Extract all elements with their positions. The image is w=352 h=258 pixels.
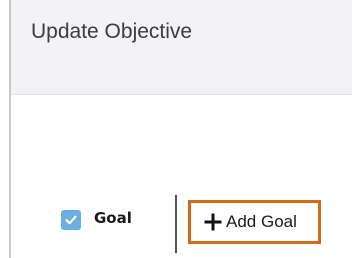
- add-goal-label: Add Goal: [226, 212, 297, 231]
- update-objective-panel: Update Objective Goal Add Goal: [0, 0, 352, 258]
- panel-header: Update Objective: [11, 0, 352, 95]
- page-title: Update Objective: [31, 20, 193, 43]
- plus-icon: [203, 212, 223, 232]
- toolbar-divider: [175, 195, 177, 253]
- add-goal-button[interactable]: Add Goal: [188, 200, 321, 244]
- checkmark-icon: [65, 215, 77, 225]
- goal-checkbox-label: Goal: [94, 209, 132, 227]
- goal-checkbox[interactable]: [61, 210, 81, 230]
